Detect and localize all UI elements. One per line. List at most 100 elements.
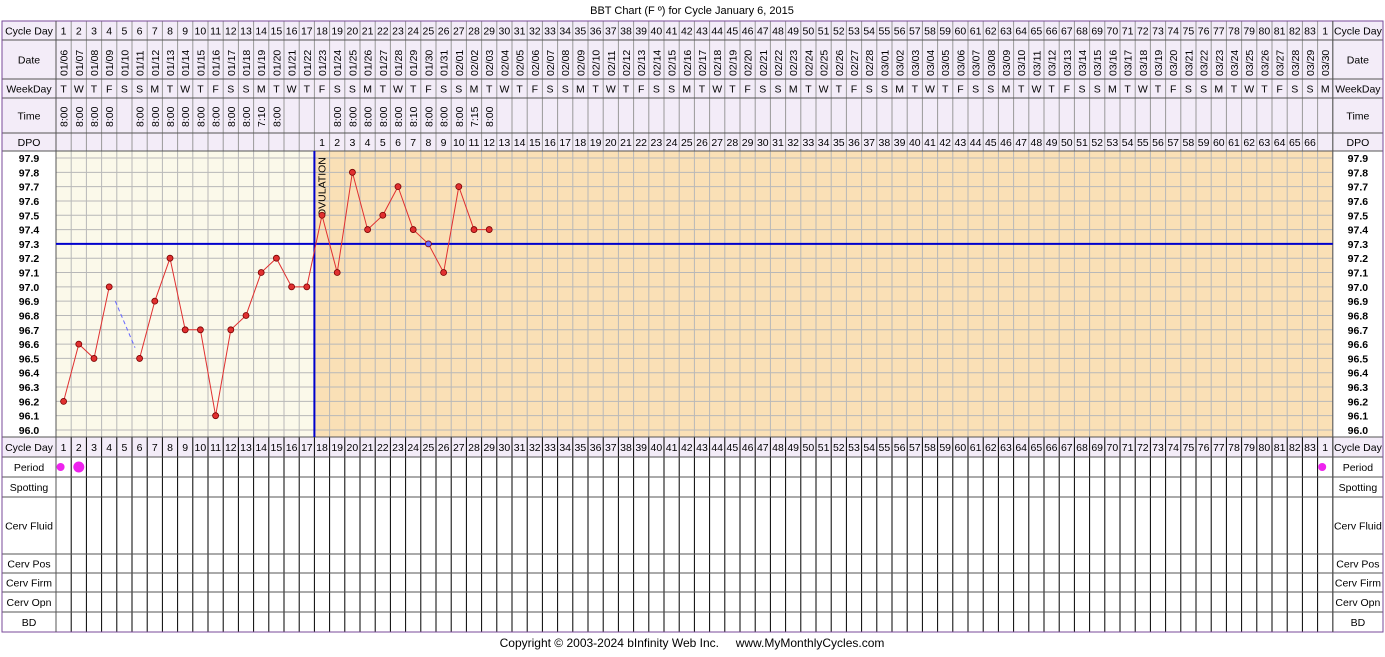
dpo-label: 2	[334, 137, 340, 149]
dpo-label: 50	[1061, 137, 1073, 149]
weekday-label: W	[74, 84, 84, 96]
weekday-label: S	[227, 84, 234, 96]
cycle-day-number-bottom: 37	[605, 442, 617, 454]
weekday-label: F	[1276, 84, 1282, 96]
y-tick-label-right: 97.3	[1348, 239, 1369, 251]
dpo-label: 20	[605, 137, 617, 149]
weekday-label: W	[499, 84, 509, 96]
temperature-point	[181, 326, 189, 334]
weekday-label: M	[1214, 84, 1223, 96]
row-label-period: Period	[14, 462, 45, 474]
dpo-label: 12	[483, 137, 495, 149]
temperature-point	[166, 254, 174, 262]
cycle-day-number: 22	[377, 26, 389, 38]
temperature-point	[196, 326, 204, 334]
cycle-day-number-bottom: 36	[590, 442, 602, 454]
y-tick-label-right: 97.8	[1348, 167, 1369, 179]
dpo-label: 40	[909, 137, 921, 149]
weekday-label: M	[576, 84, 585, 96]
cycle-day-number: 78	[1228, 26, 1240, 38]
temperature-point	[227, 326, 235, 334]
time-label: 8:00	[363, 106, 375, 127]
date-label: 03/17	[1123, 50, 1135, 76]
cycle-day-number: 19	[331, 26, 343, 38]
luteal-phase-background	[314, 151, 1333, 437]
row-label-right-cerv_opn: Cerv Opn	[1335, 597, 1380, 609]
dpo-label: 54	[1122, 137, 1134, 149]
y-tick-label-right: 96.7	[1348, 325, 1369, 337]
date-label: 02/06	[530, 50, 542, 76]
time-label: 8:00	[195, 106, 207, 127]
time-label: 8:00	[347, 106, 359, 127]
dpo-label: 42	[939, 137, 951, 149]
cycle-day-number: 76	[1198, 26, 1210, 38]
dpo-label: 53	[1107, 137, 1119, 149]
period-marker	[1318, 463, 1327, 471]
weekday-label: T	[912, 84, 919, 96]
y-tick-label: 96.4	[19, 368, 40, 380]
y-tick-label-right: 96.5	[1348, 353, 1369, 365]
temperature-point	[318, 211, 326, 219]
cycle-day-number-bottom: 67	[1061, 442, 1073, 454]
weekday-label: F	[425, 84, 431, 96]
time-label: 8:00	[104, 106, 116, 127]
dpo-label: 22	[635, 137, 647, 149]
time-label: 8:00	[484, 106, 496, 127]
y-tick-label: 97.4	[19, 225, 40, 237]
cycle-day-number-bottom: 28	[468, 442, 480, 454]
cycle-day-number-bottom: 34	[559, 442, 571, 454]
dpo-label: 65	[1289, 137, 1301, 149]
weekday-label: S	[774, 84, 781, 96]
row-label-right-weekday: WeekDay	[1335, 84, 1381, 96]
y-tick-label: 97.2	[19, 253, 40, 265]
dpo-label: 66	[1304, 137, 1316, 149]
cycle-day-number: 72	[1137, 26, 1149, 38]
cycle-day-number-bottom: 4	[106, 442, 112, 454]
y-tick-label: 96.7	[19, 325, 40, 337]
row-label-right-time: Time	[1346, 111, 1369, 123]
cycle-day-number: 7	[152, 26, 158, 38]
date-label: 03/20	[1168, 50, 1180, 76]
date-label: 01/20	[271, 50, 283, 76]
dpo-label: 18	[575, 137, 587, 149]
temperature-point	[440, 269, 448, 276]
dpo-label: 15	[529, 137, 541, 149]
cycle-day-number: 34	[559, 26, 571, 38]
cycle-day-number-bottom: 5	[121, 442, 127, 454]
temperature-point	[455, 183, 463, 191]
cycle-day-number-bottom: 21	[362, 442, 374, 454]
date-label: 01/12	[150, 50, 162, 76]
date-label: 01/26	[363, 50, 375, 76]
weekday-label: S	[668, 84, 675, 96]
cycle-day-number-bottom: 40	[651, 442, 663, 454]
dpo-label: 49	[1046, 137, 1058, 149]
date-label: 02/01	[454, 50, 466, 76]
weekday-label: W	[925, 84, 935, 96]
y-tick-label-right: 96.1	[1348, 411, 1369, 423]
dpo-label: 3	[349, 137, 355, 149]
date-label: 02/22	[773, 50, 785, 76]
weekday-label: F	[319, 84, 325, 96]
weekday-label: T	[273, 84, 280, 96]
dpo-label: 41	[924, 137, 936, 149]
temperature-point	[60, 397, 67, 405]
weekday-label: S	[1306, 84, 1313, 96]
cycle-day-number: 64	[1015, 26, 1027, 38]
cycle-day-number: 18	[316, 26, 328, 38]
weekday-label: F	[532, 84, 538, 96]
y-tick-label: 96.6	[19, 339, 40, 351]
row-label-date: Date	[18, 55, 40, 67]
row-label-time: Time	[18, 111, 41, 123]
cycle-day-number: 26	[438, 26, 450, 38]
cycle-day-number-bottom: 12	[225, 442, 237, 454]
date-label: 01/14	[180, 50, 192, 76]
y-tick-label: 96.1	[19, 411, 40, 423]
row-label-cerv_opn: Cerv Opn	[7, 597, 52, 609]
y-tick-label-right: 97.6	[1348, 196, 1369, 208]
weekday-label: T	[516, 84, 523, 96]
period-marker	[56, 463, 65, 471]
cycle-day-number: 67	[1061, 26, 1073, 38]
date-label: 02/04	[499, 50, 511, 76]
cycle-day-number-bottom: 73	[1152, 442, 1164, 454]
dpo-label: 5	[380, 137, 386, 149]
